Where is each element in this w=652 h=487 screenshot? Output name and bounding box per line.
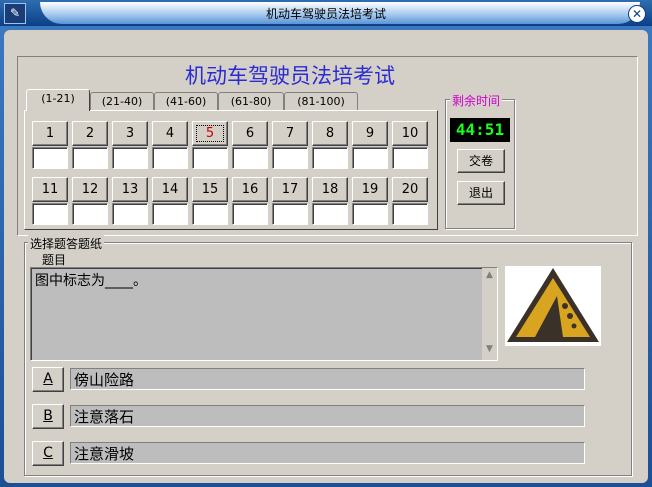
answer-box-3 bbox=[112, 147, 148, 169]
question-button-15[interactable]: 15 bbox=[192, 177, 228, 202]
countdown-timer: 44:51 bbox=[450, 118, 510, 142]
tab-label: (41-60) bbox=[165, 95, 207, 108]
falling-rocks-sign-icon bbox=[505, 266, 601, 346]
scroll-down-icon[interactable]: ▼ bbox=[482, 344, 497, 358]
tab-21-40[interactable]: (21-40) bbox=[90, 92, 154, 111]
answer-box-1 bbox=[32, 147, 68, 169]
option-c-text: 注意滑坡 bbox=[70, 442, 585, 464]
answer-box-4 bbox=[152, 147, 188, 169]
tab-61-80[interactable]: (61-80) bbox=[218, 92, 284, 111]
tab-label: (61-80) bbox=[230, 95, 272, 108]
question-button-2[interactable]: 2 bbox=[72, 121, 108, 146]
question-button-13[interactable]: 13 bbox=[112, 177, 148, 202]
question-button-10[interactable]: 10 bbox=[392, 121, 428, 146]
question-button-18[interactable]: 18 bbox=[312, 177, 348, 202]
tab-label: (1-21) bbox=[41, 92, 75, 105]
answer-box-20 bbox=[392, 203, 428, 225]
option-c-button[interactable]: C bbox=[32, 441, 64, 466]
question-button-1[interactable]: 1 bbox=[32, 121, 68, 146]
answer-box-18 bbox=[312, 203, 348, 225]
tab-41-60[interactable]: (41-60) bbox=[154, 92, 218, 111]
tab-81-100[interactable]: (81-100) bbox=[284, 92, 358, 111]
answer-box-13 bbox=[112, 203, 148, 225]
question-button-14[interactable]: 14 bbox=[152, 177, 188, 202]
question-button-8[interactable]: 8 bbox=[312, 121, 348, 146]
option-a-text: 傍山险路 bbox=[70, 368, 585, 390]
answer-box-9 bbox=[352, 147, 388, 169]
answer-sheet-label: 选择题答题纸 bbox=[28, 235, 105, 252]
exit-button[interactable]: 退出 bbox=[457, 181, 505, 205]
submit-button[interactable]: 交卷 bbox=[457, 149, 505, 173]
title-bar[interactable]: 机动车驾驶员法培考试 ✎ ✕ bbox=[0, 0, 652, 26]
tab-label: (81-100) bbox=[297, 95, 345, 108]
question-button-6[interactable]: 6 bbox=[232, 121, 268, 146]
exam-title: 机动车驾驶员法培考试 bbox=[185, 64, 395, 88]
question-button-20[interactable]: 20 bbox=[392, 177, 428, 202]
question-text: 图中标志为____。 bbox=[30, 267, 498, 361]
question-button-4[interactable]: 4 bbox=[152, 121, 188, 146]
answer-box-5 bbox=[192, 147, 228, 169]
answer-box-6 bbox=[232, 147, 268, 169]
answer-box-2 bbox=[72, 147, 108, 169]
answer-box-12 bbox=[72, 203, 108, 225]
question-button-7[interactable]: 7 bbox=[272, 121, 308, 146]
answer-box-11 bbox=[32, 203, 68, 225]
option-a-button[interactable]: A bbox=[32, 367, 64, 392]
question-label: 题目 bbox=[40, 251, 69, 268]
answer-box-10 bbox=[392, 147, 428, 169]
answer-box-14 bbox=[152, 203, 188, 225]
tab-label: (21-40) bbox=[101, 95, 143, 108]
question-button-16[interactable]: 16 bbox=[232, 177, 268, 202]
question-scrollbar[interactable]: ▲ ▼ bbox=[482, 268, 497, 360]
option-b-button[interactable]: B bbox=[32, 404, 64, 429]
tab-1-21[interactable]: (1-21) bbox=[26, 89, 90, 111]
option-b-text: 注意落石 bbox=[70, 405, 585, 427]
question-button-12[interactable]: 12 bbox=[72, 177, 108, 202]
answer-box-8 bbox=[312, 147, 348, 169]
question-button-3[interactable]: 3 bbox=[112, 121, 148, 146]
close-icon[interactable]: ✕ bbox=[628, 5, 646, 23]
question-button-11[interactable]: 11 bbox=[32, 177, 68, 202]
answer-box-19 bbox=[352, 203, 388, 225]
answer-box-15 bbox=[192, 203, 228, 225]
window-title: 机动车驾驶员法培考试 bbox=[265, 7, 386, 21]
question-button-19[interactable]: 19 bbox=[352, 177, 388, 202]
scroll-up-icon[interactable]: ▲ bbox=[482, 270, 497, 284]
answer-box-17 bbox=[272, 203, 308, 225]
app-icon[interactable]: ✎ bbox=[4, 3, 26, 24]
question-button-9[interactable]: 9 bbox=[352, 121, 388, 146]
question-button-5[interactable]: 5 bbox=[192, 121, 228, 146]
question-button-17[interactable]: 17 bbox=[272, 177, 308, 202]
timer-label: 剩余时间 bbox=[450, 92, 503, 109]
answer-box-16 bbox=[232, 203, 268, 225]
answer-box-7 bbox=[272, 147, 308, 169]
